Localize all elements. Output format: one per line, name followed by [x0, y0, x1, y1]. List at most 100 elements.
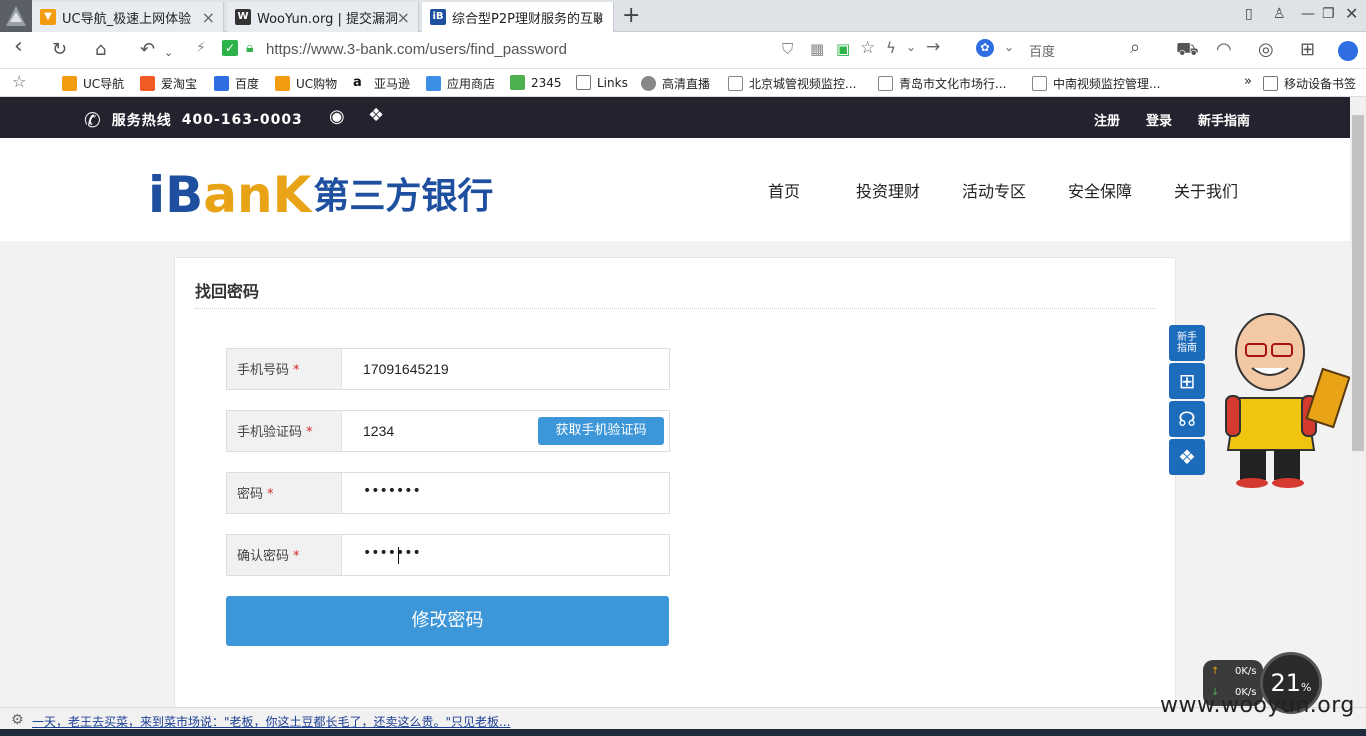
- upload-arrow-icon: ↑: [1211, 666, 1220, 677]
- change-password-button[interactable]: 修改密码: [226, 596, 669, 646]
- maximize-icon[interactable]: ❐: [1322, 6, 1335, 22]
- get-sms-code-button[interactable]: 获取手机验证码: [538, 417, 664, 445]
- bookmark-qingdao[interactable]: 青岛市文化市场行...: [878, 75, 1006, 92]
- bookmark-uc-shopping[interactable]: UC购物: [275, 75, 337, 92]
- bookmark-links[interactable]: Links: [576, 75, 628, 90]
- sms-code-label: 手机验证码 *: [227, 411, 342, 451]
- logo-ank: anK: [203, 166, 312, 224]
- uc-icon: [275, 76, 290, 91]
- bookmark-zhongnan[interactable]: 中南视频监控管理...: [1032, 75, 1160, 92]
- tab-3bank[interactable]: iB 综合型P2P理财服务的互联 ×: [422, 2, 614, 32]
- weibo-icon[interactable]: ◉: [329, 106, 345, 127]
- uc-icon: [62, 76, 77, 91]
- nav-invest[interactable]: 投资理财: [856, 178, 920, 202]
- nav-activities[interactable]: 活动专区: [962, 178, 1026, 202]
- wechat-icon[interactable]: ❖: [368, 105, 384, 126]
- password-input[interactable]: •••••••: [363, 483, 421, 499]
- calculator-icon[interactable]: ⊞: [1169, 363, 1205, 399]
- bookmark-baidu[interactable]: 百度: [214, 75, 259, 92]
- tab-uc-nav[interactable]: ▼ UC导航_极速上网体验 ×: [32, 2, 224, 32]
- bookmarks-overflow-icon[interactable]: »: [1244, 74, 1252, 89]
- close-window-icon[interactable]: ✕: [1345, 4, 1358, 23]
- confirm-password-label: 确认密码 *: [227, 535, 342, 575]
- shield-icon[interactable]: ⛉: [782, 40, 793, 58]
- fingerprint-icon[interactable]: ◎: [1258, 40, 1274, 60]
- url-text[interactable]: https://www.3-bank.com/users/find_passwo…: [266, 41, 567, 58]
- search-box[interactable]: ✿ ⌄ 百度 ⌕: [972, 37, 1162, 63]
- register-link[interactable]: 注册: [1094, 110, 1120, 129]
- close-tab-icon[interactable]: ×: [202, 8, 215, 27]
- tab-wooyun[interactable]: W WooYun.org | 提交漏洞 ×: [227, 2, 419, 32]
- shopping-cart-icon[interactable]: ⛟: [1176, 40, 1199, 60]
- scrollbar-thumb[interactable]: [1352, 115, 1364, 451]
- search-icon[interactable]: ⌕: [1130, 37, 1140, 58]
- minimize-icon[interactable]: —: [1301, 6, 1315, 22]
- speed-mode-icon[interactable]: ⚡: [196, 40, 206, 56]
- hotline-number: 400-163-0003: [181, 112, 303, 128]
- bookmark-2345[interactable]: 2345: [510, 75, 562, 90]
- beginner-guide-link[interactable]: 新手指南: [1198, 110, 1250, 129]
- phone-input[interactable]: 17091645219: [363, 361, 449, 377]
- lightning-icon[interactable]: ϟ: [886, 39, 896, 57]
- nav-about[interactable]: 关于我们: [1174, 178, 1238, 202]
- back-icon[interactable]: ‹: [14, 36, 23, 58]
- settings-gear-icon[interactable]: ⚙: [11, 712, 24, 728]
- news-ticker-link[interactable]: 一天，老王去买菜，来到菜市场说："老板，你这土豆都长毛了，还卖这么贵。"只见老板…: [32, 713, 511, 730]
- site-logo[interactable]: i B anK 第三方银行: [148, 164, 493, 220]
- password-row: 密码 * •••••••: [226, 472, 670, 514]
- upload-speed: 0K/s: [1235, 666, 1257, 677]
- mobile-folder-icon: [1263, 76, 1278, 91]
- wifi-icon[interactable]: ◠: [1216, 40, 1232, 60]
- address-bar[interactable]: ⚡ ✓ 🔒︎ https://www.3-bank.com/users/find…: [196, 37, 956, 63]
- browser-menu-icon[interactable]: [1338, 41, 1358, 61]
- qr-code-icon[interactable]: ▦: [810, 40, 824, 58]
- browser-app-icon[interactable]: [0, 0, 32, 32]
- security-check-icon[interactable]: ✓: [222, 40, 238, 56]
- extensions-icon[interactable]: ⊞: [1300, 40, 1315, 60]
- sidebar-guide-button[interactable]: 新手 指南: [1169, 325, 1205, 361]
- bookmark-hd-live[interactable]: 高清直播: [641, 75, 710, 92]
- page-icon: [1032, 76, 1047, 91]
- site-top-strip: ✆ 服务热线 400-163-0003 ◉ ❖ 注册 登录 新手指南: [0, 97, 1350, 138]
- amazon-icon: a: [353, 76, 368, 91]
- tab-list-icon[interactable]: ▯: [1245, 6, 1253, 22]
- find-password-panel: 找回密码 手机号码 * 17091645219 手机验证码 * 1234 获取手机验…: [174, 257, 1176, 707]
- home-icon[interactable]: ⌂: [95, 40, 106, 60]
- reload-icon[interactable]: ↻: [52, 40, 67, 60]
- confirm-password-row: 确认密码 * •••••••: [226, 534, 670, 576]
- nav-security[interactable]: 安全保障: [1068, 178, 1132, 202]
- os-taskbar: [0, 729, 1366, 736]
- bookmark-aitaobao[interactable]: 爱淘宝: [140, 75, 197, 92]
- mobile-bookmarks[interactable]: 移动设备书签: [1263, 75, 1356, 92]
- star-icon[interactable]: ☆: [860, 38, 875, 58]
- bookmark-star-icon[interactable]: ☆: [12, 72, 26, 91]
- confirm-password-input[interactable]: •••••••: [363, 545, 421, 561]
- bookmark-amazon[interactable]: a 亚马逊: [353, 75, 410, 92]
- required-mark: *: [293, 549, 300, 564]
- new-tab-icon[interactable]: +: [622, 3, 640, 28]
- chevron-down-icon[interactable]: ⌄: [164, 43, 173, 63]
- title-divider: [195, 308, 1155, 309]
- login-link[interactable]: 登录: [1146, 110, 1172, 129]
- skin-icon[interactable]: ♙: [1273, 6, 1286, 22]
- nav-home[interactable]: 首页: [768, 178, 800, 202]
- customer-service-icon[interactable]: ☊: [1169, 401, 1205, 437]
- bookmark-app-store[interactable]: 应用商店: [426, 75, 495, 92]
- go-arrow-icon[interactable]: →: [926, 37, 940, 57]
- bookmark-beijing-cctv[interactable]: 北京城管视频监控...: [728, 75, 856, 92]
- sms-code-input[interactable]: 1234: [363, 423, 394, 439]
- hotline-label: 服务热线: [111, 113, 172, 129]
- close-tab-icon[interactable]: ×: [397, 8, 410, 27]
- required-mark: *: [267, 487, 274, 502]
- wechat-icon[interactable]: ❖: [1169, 439, 1205, 475]
- close-tab-icon[interactable]: ×: [592, 8, 605, 27]
- chevron-down-icon[interactable]: ⌄: [1004, 40, 1014, 54]
- chevron-down-icon[interactable]: ⌄: [906, 40, 916, 54]
- logo-chinese-name: 第三方银行: [313, 176, 494, 217]
- lock-icon[interactable]: ▣: [836, 40, 850, 58]
- search-engine-label: 百度: [1029, 45, 1056, 60]
- browser-nav-bar: ‹ ↻ ⌂ ↶ ⌄ ⚡ ✓ 🔒︎ https://www.3-bank.com/…: [0, 32, 1366, 69]
- bookmark-uc-nav[interactable]: UC导航: [62, 75, 124, 92]
- page-scrollbar[interactable]: [1350, 97, 1366, 707]
- undo-close-icon[interactable]: ↶: [140, 40, 155, 60]
